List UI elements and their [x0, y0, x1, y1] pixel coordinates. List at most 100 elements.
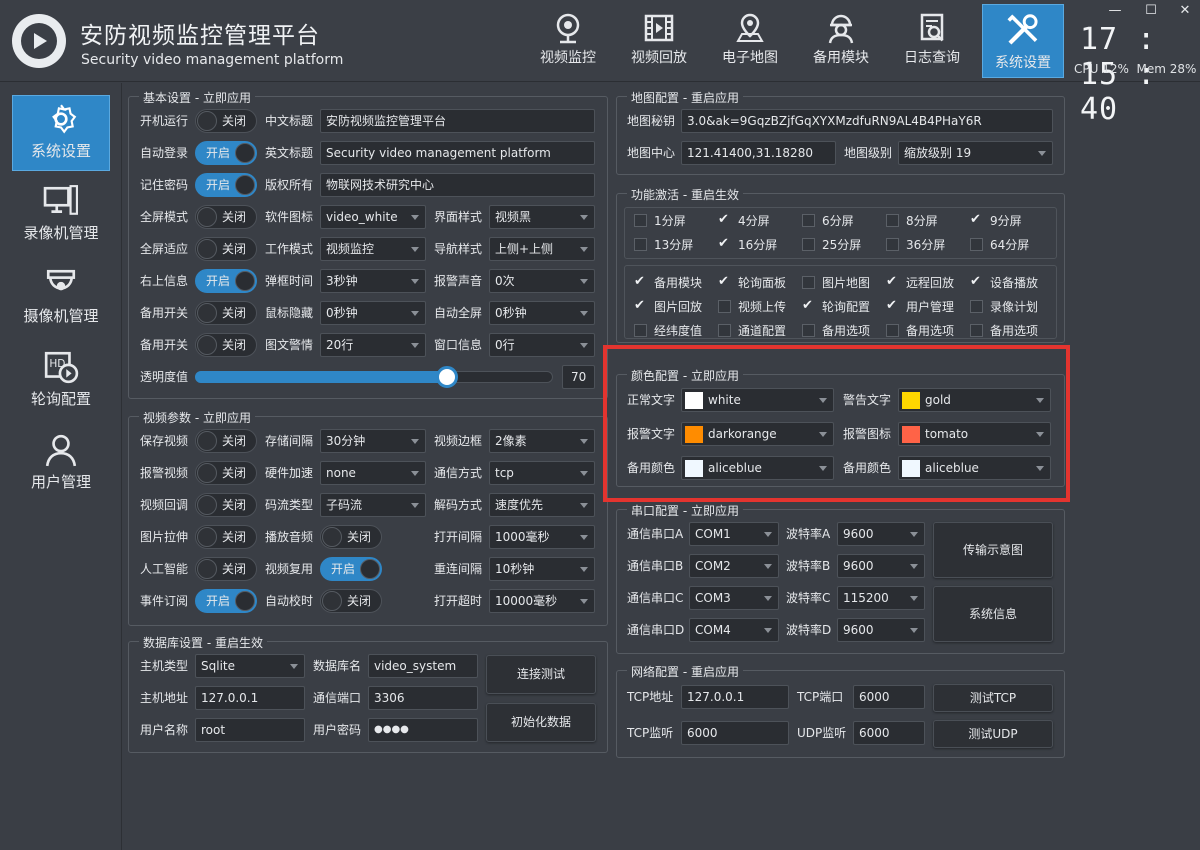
color-select[interactable]: white: [681, 388, 834, 412]
screen-checkbox[interactable]: 36分屏: [886, 237, 945, 253]
setting-select[interactable]: 2像素: [489, 429, 595, 453]
toggle-switch[interactable]: 关闭: [195, 493, 257, 517]
module-checkbox[interactable]: 备用选项: [886, 323, 954, 339]
nav-e-map[interactable]: 电子地图: [709, 6, 791, 76]
color-select[interactable]: tomato: [898, 422, 1051, 446]
setting-select[interactable]: 3秒钟: [320, 269, 426, 293]
module-checkbox[interactable]: 图片回放: [634, 298, 702, 315]
setting-input[interactable]: 物联网技术研究中心: [320, 173, 595, 197]
udp-listen-input[interactable]: 6000: [853, 721, 925, 745]
screen-checkbox[interactable]: 6分屏: [802, 213, 854, 229]
toggle-switch[interactable]: 关闭: [195, 205, 257, 229]
setting-select[interactable]: none: [320, 461, 426, 485]
module-checkbox[interactable]: 视频上传: [718, 299, 786, 315]
toggle-switch[interactable]: 开启: [320, 557, 382, 581]
sidebar-item-system-settings[interactable]: 系统设置: [12, 95, 110, 171]
setting-select[interactable]: 速度优先: [489, 493, 595, 517]
db-password-input[interactable]: ●●●●: [368, 718, 478, 742]
baud-rate-select[interactable]: 9600: [837, 554, 925, 578]
toggle-switch[interactable]: 关闭: [320, 589, 382, 613]
module-checkbox[interactable]: 远程回放: [886, 274, 954, 291]
nav-log-query[interactable]: 日志查询: [891, 6, 973, 76]
tcp-port-input[interactable]: 6000: [853, 685, 925, 709]
toggle-switch[interactable]: 关闭: [195, 461, 257, 485]
db-port-input[interactable]: 3306: [368, 686, 478, 710]
module-checkbox[interactable]: 录像计划: [970, 299, 1038, 315]
map-level-select[interactable]: 缩放级别 19: [898, 141, 1053, 165]
module-checkbox[interactable]: 轮询面板: [718, 274, 786, 291]
setting-input[interactable]: 安防视频监控管理平台: [320, 109, 595, 133]
toggle-switch[interactable]: 开启: [195, 173, 257, 197]
db-user-input[interactable]: root: [195, 718, 305, 742]
toggle-switch[interactable]: 开启: [195, 589, 257, 613]
module-checkbox[interactable]: 用户管理: [886, 298, 954, 315]
db-name-input[interactable]: video_system: [368, 654, 478, 678]
sidebar-item-nvr[interactable]: 录像机管理: [12, 178, 110, 254]
nav-system-settings[interactable]: 系统设置: [982, 4, 1064, 78]
color-select[interactable]: darkorange: [681, 422, 834, 446]
setting-select[interactable]: video_white: [320, 205, 426, 229]
module-checkbox[interactable]: 备用选项: [802, 323, 870, 339]
close-icon[interactable]: ✕: [1174, 2, 1196, 20]
setting-select[interactable]: 20行: [320, 333, 426, 357]
toggle-switch[interactable]: 关闭: [195, 333, 257, 357]
module-checkbox[interactable]: 经纬度值: [634, 323, 702, 339]
db-type-select[interactable]: Sqlite: [195, 654, 305, 678]
setting-input[interactable]: Security video management platform: [320, 141, 595, 165]
setting-select[interactable]: 0秒钟: [489, 301, 595, 325]
module-checkbox[interactable]: 图片地图: [802, 275, 870, 291]
setting-select[interactable]: 0次: [489, 269, 595, 293]
screen-checkbox[interactable]: 9分屏: [970, 212, 1022, 229]
serial-port-select[interactable]: COM2: [689, 554, 779, 578]
screen-checkbox[interactable]: 13分屏: [634, 237, 693, 253]
module-checkbox[interactable]: 通道配置: [718, 323, 786, 339]
db-test-button[interactable]: 连接测试: [486, 655, 596, 694]
color-select[interactable]: gold: [898, 388, 1051, 412]
baud-rate-select[interactable]: 9600: [837, 522, 925, 546]
tcp-listen-input[interactable]: 6000: [681, 721, 789, 745]
module-checkbox[interactable]: 备用选项: [970, 323, 1038, 339]
map-center-input[interactable]: 121.41400,31.18280: [681, 141, 836, 165]
toggle-switch[interactable]: 关闭: [195, 237, 257, 261]
toggle-switch[interactable]: 关闭: [320, 525, 382, 549]
sidebar-item-user[interactable]: 用户管理: [12, 427, 110, 503]
toggle-switch[interactable]: 关闭: [195, 301, 257, 325]
setting-select[interactable]: 0秒钟: [320, 301, 426, 325]
serial-port-select[interactable]: COM3: [689, 586, 779, 610]
module-checkbox[interactable]: 备用模块: [634, 274, 702, 291]
toggle-switch[interactable]: 开启: [195, 141, 257, 165]
nav-video-playback[interactable]: 视频回放: [618, 6, 700, 76]
screen-checkbox[interactable]: 64分屏: [970, 237, 1029, 253]
maximize-icon[interactable]: ☐: [1140, 2, 1162, 20]
nav-backup-module[interactable]: 备用模块: [800, 6, 882, 76]
screen-checkbox[interactable]: 8分屏: [886, 213, 938, 229]
setting-select[interactable]: 0行: [489, 333, 595, 357]
setting-select[interactable]: 子码流: [320, 493, 426, 517]
setting-select[interactable]: tcp: [489, 461, 595, 485]
screen-checkbox[interactable]: 4分屏: [718, 212, 770, 229]
test-tcp-button[interactable]: 测试TCP: [933, 684, 1053, 712]
baud-rate-select[interactable]: 9600: [837, 618, 925, 642]
baud-rate-select[interactable]: 115200: [837, 586, 925, 610]
opacity-slider-handle[interactable]: [436, 366, 458, 388]
module-checkbox[interactable]: 轮询配置: [802, 298, 870, 315]
sidebar-item-camera[interactable]: 摄像机管理: [12, 261, 110, 337]
sidebar-item-poll[interactable]: HD 轮询配置: [12, 344, 110, 420]
serial-port-select[interactable]: COM4: [689, 618, 779, 642]
map-key-input[interactable]: 3.0&ak=9GqzBZjfGqXYXMzdfuRN9AL4B4PHaY6R: [681, 109, 1053, 133]
toggle-switch[interactable]: 关闭: [195, 429, 257, 453]
db-host-input[interactable]: 127.0.0.1: [195, 686, 305, 710]
setting-select[interactable]: 视频黑: [489, 205, 595, 229]
toggle-switch[interactable]: 关闭: [195, 525, 257, 549]
setting-select[interactable]: 10000毫秒: [489, 589, 595, 613]
tcp-address-input[interactable]: 127.0.0.1: [681, 685, 789, 709]
color-select[interactable]: aliceblue: [681, 456, 834, 480]
setting-select[interactable]: 1000毫秒: [489, 525, 595, 549]
system-info-button[interactable]: 系统信息: [933, 586, 1053, 642]
screen-checkbox[interactable]: 1分屏: [634, 213, 686, 229]
color-select[interactable]: aliceblue: [898, 456, 1051, 480]
setting-select[interactable]: 10秒钟: [489, 557, 595, 581]
screen-checkbox[interactable]: 25分屏: [802, 237, 861, 253]
test-udp-button[interactable]: 测试UDP: [933, 720, 1053, 748]
minimize-icon[interactable]: —: [1104, 2, 1126, 20]
